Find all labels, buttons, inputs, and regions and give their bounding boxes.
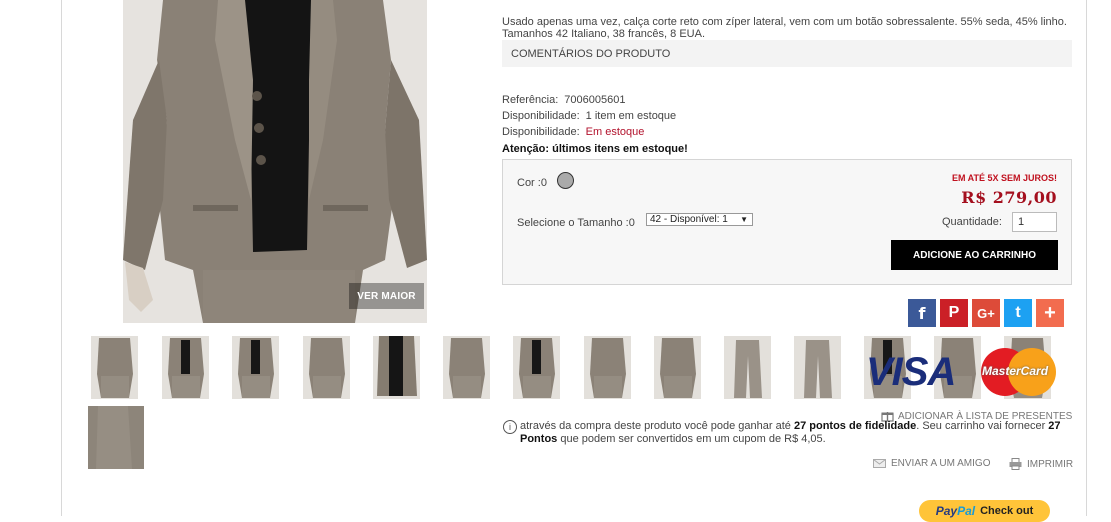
send-to-friend-link[interactable]: ENVIAR A UM AMIGO: [873, 458, 990, 469]
reference-value: 7006005601: [564, 94, 626, 106]
visa-logo: VISA: [866, 350, 956, 394]
loyalty-points-note: através da compra deste produto você pod…: [520, 420, 1061, 445]
product-thumbnail[interactable]: [91, 336, 138, 399]
twitter-icon[interactable]: t: [1004, 299, 1032, 327]
facebook-icon[interactable]: f: [908, 299, 936, 327]
main-product-image[interactable]: VER MAIOR: [123, 0, 427, 323]
color-label: Cor :0: [517, 177, 547, 189]
comments-tab[interactable]: COMENTÁRIOS DO PRODUTO: [502, 40, 1072, 67]
description-line-1: Usado apenas uma vez, calça corte reto c…: [502, 16, 1067, 28]
product-thumbnail[interactable]: [373, 336, 420, 399]
availability-row-1: Disponibilidade: 1 item em estoque: [502, 110, 676, 122]
product-thumbnail[interactable]: [232, 336, 279, 399]
low-stock-warning: Atenção: últimos itens em estoque!: [502, 143, 688, 155]
google-plus-icon[interactable]: G+: [972, 299, 1000, 327]
blazer-illustration: [123, 0, 427, 323]
availability-label: Disponibilidade:: [502, 110, 580, 122]
product-thumbnail[interactable]: [654, 336, 701, 399]
printer-icon: [1009, 458, 1022, 470]
product-thumbnail[interactable]: [303, 336, 350, 399]
quantity-input[interactable]: 1: [1012, 212, 1057, 232]
installments-note: EM ATÉ 5X SEM JUROS!: [951, 173, 1057, 183]
paypal-checkout-label: Check out: [980, 505, 1034, 517]
product-thumbnail[interactable]: [584, 336, 631, 399]
size-select[interactable]: 42 - Disponível: 1 ▼: [646, 213, 753, 226]
loyalty-points-earn: 27 pontos de fidelidade: [793, 420, 917, 432]
social-share-bar: f P G+ t +: [908, 299, 1064, 327]
reference-row: Referência: 7006005601: [502, 94, 625, 106]
quantity-label: Quantidade:: [942, 216, 1002, 228]
mastercard-logo: MasterCard: [981, 348, 1056, 396]
availability-quantity: 1 item em estoque: [585, 110, 677, 122]
product-description: Usado apenas uma vez, calça corte reto c…: [502, 16, 1072, 40]
purchase-box: Cor :0 Selecione o Tamanho :0 42 - Dispo…: [502, 159, 1072, 285]
reference-label: Referência:: [502, 94, 559, 106]
product-thumbnail[interactable]: [794, 336, 841, 399]
pinterest-icon[interactable]: P: [940, 299, 968, 327]
product-thumbnail[interactable]: [513, 336, 560, 399]
print-label: IMPRIMIR: [1027, 458, 1074, 470]
product-thumbnail[interactable]: [724, 336, 771, 399]
more-share-icon[interactable]: +: [1036, 299, 1064, 327]
print-link[interactable]: IMPRIMIR: [1009, 458, 1073, 470]
stock-status: Em estoque: [585, 126, 645, 138]
page-border-right: [1086, 0, 1087, 516]
envelope-icon: [873, 459, 886, 468]
info-icon: i: [503, 420, 517, 434]
page-border-left: [61, 0, 62, 516]
product-thumbnail[interactable]: [443, 336, 490, 399]
product-price: R$ 279,00: [961, 188, 1057, 207]
payment-cards: VISA MasterCard: [866, 345, 1061, 400]
paypal-checkout-button[interactable]: PayPal Check out: [919, 500, 1050, 522]
description-line-2: Tamanhos 42 Italiano, 38 francês, 8 EUA.: [502, 28, 706, 40]
availability-row-2: Disponibilidade: Em estoque: [502, 126, 644, 138]
color-swatch[interactable]: [557, 172, 574, 189]
product-thumbnail[interactable]: [162, 336, 209, 399]
chevron-down-icon: ▼: [740, 215, 748, 224]
add-to-cart-button[interactable]: ADICIONE AO CARRINHO: [891, 240, 1058, 270]
size-selected-value: 42 - Disponível: 1: [650, 214, 728, 225]
view-larger-button[interactable]: VER MAIOR: [349, 283, 424, 309]
send-to-friend-label: ENVIAR A UM AMIGO: [891, 458, 991, 469]
availability-label-2: Disponibilidade:: [502, 126, 580, 138]
size-label: Selecione o Tamanho :0: [517, 217, 635, 229]
product-thumbnail[interactable]: [88, 406, 144, 469]
